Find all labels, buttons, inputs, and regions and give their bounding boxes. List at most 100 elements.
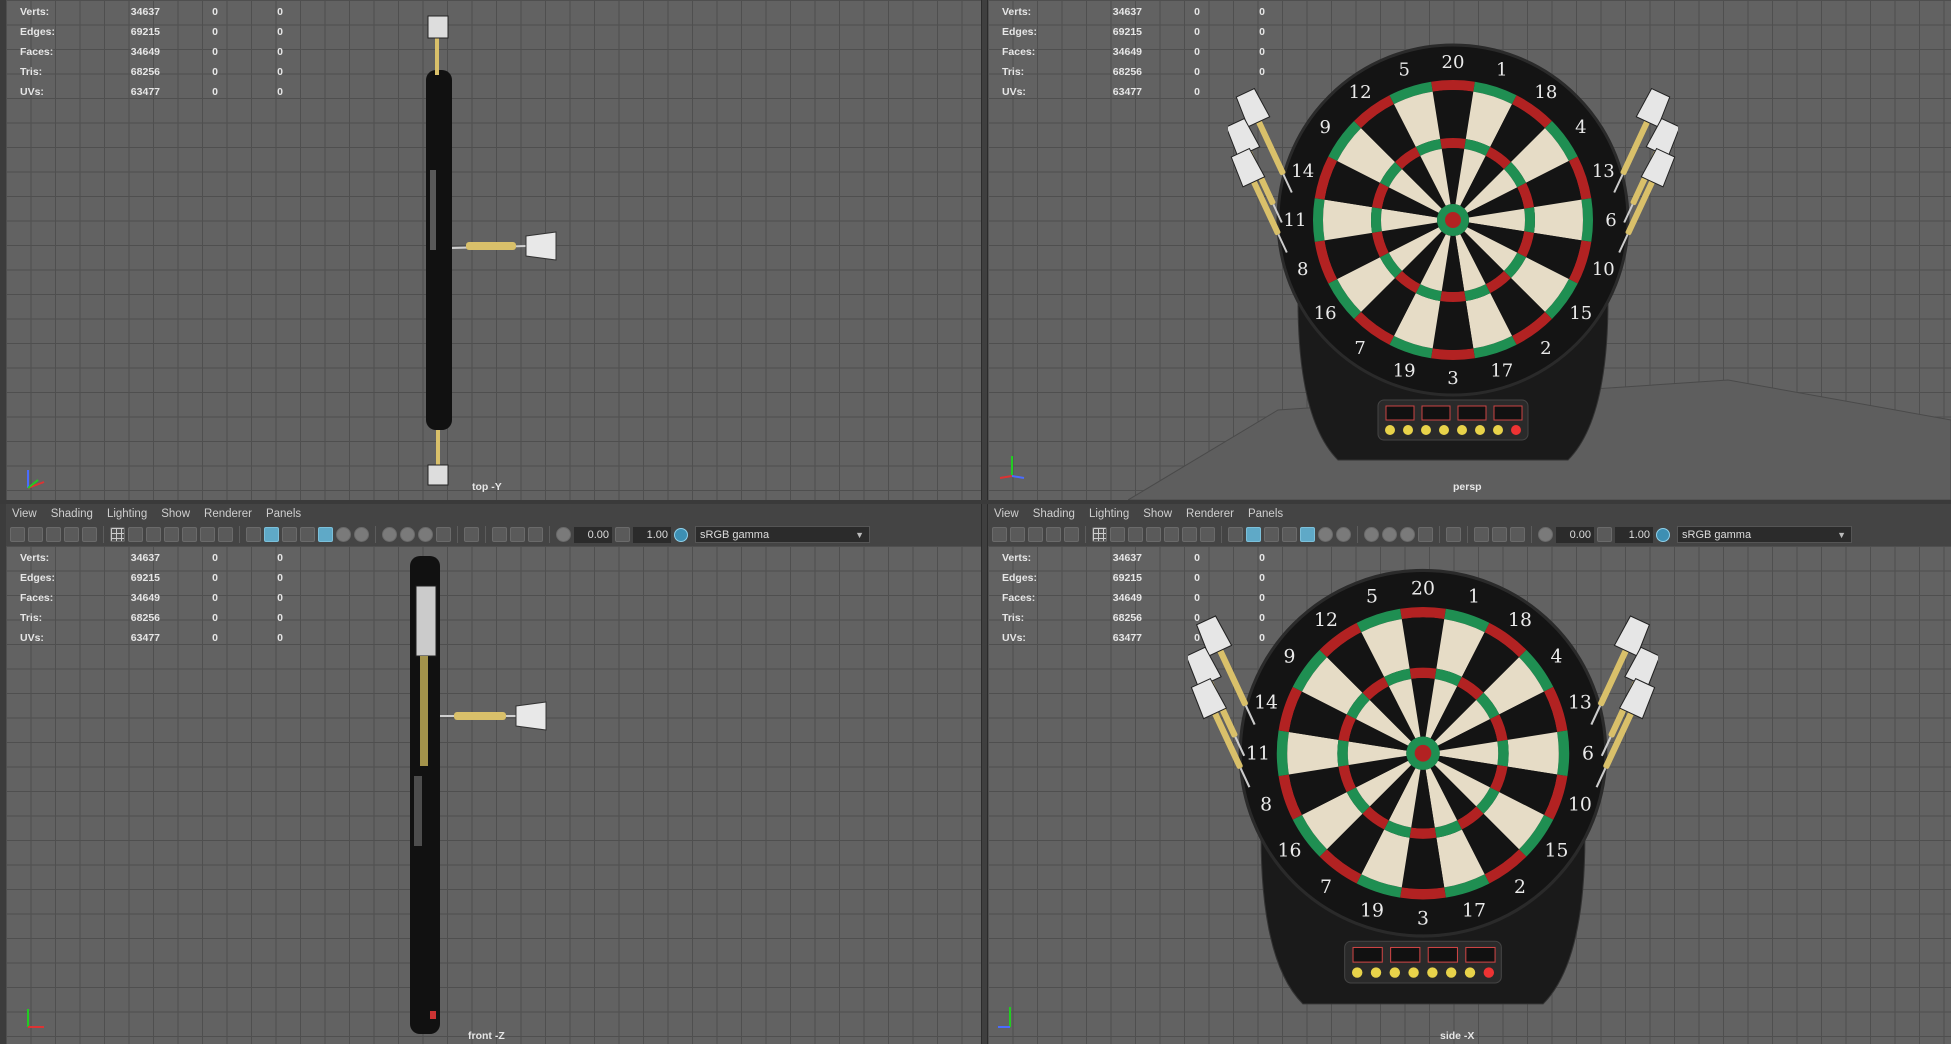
gamma-icon[interactable] bbox=[1597, 527, 1612, 542]
panel-menu: View Shading Lighting Show Renderer Pane… bbox=[6, 504, 981, 523]
exposure-icon[interactable] bbox=[556, 527, 571, 542]
dartboard-side[interactable]: 20 1 18 4 13 6 10 15 2 17 3 19 7 16 8 11 14 9 12 5 bbox=[1188, 550, 1658, 1040]
gamma-field[interactable] bbox=[1615, 526, 1653, 543]
anti-aliasing-icon[interactable] bbox=[1400, 527, 1415, 542]
backface-icon[interactable] bbox=[1510, 527, 1525, 542]
viewport-top[interactable]: Verts: 34637 0 0 Edges: 69215 0 0 Faces: 34649 0… bbox=[6, 0, 981, 500]
pencil-icon[interactable] bbox=[82, 527, 97, 542]
menu-renderer[interactable]: Renderer bbox=[204, 508, 252, 520]
gamma-field[interactable] bbox=[633, 526, 671, 543]
menu-lighting[interactable]: Lighting bbox=[1089, 508, 1129, 520]
depth-of-field-icon[interactable] bbox=[1418, 527, 1433, 542]
camera-icon[interactable] bbox=[992, 527, 1007, 542]
safe-action-icon[interactable] bbox=[200, 527, 215, 542]
motion-blur-icon[interactable] bbox=[400, 527, 415, 542]
shadows-icon[interactable] bbox=[1336, 527, 1351, 542]
camera-attributes-icon[interactable] bbox=[28, 527, 43, 542]
pane-divider-vertical[interactable] bbox=[981, 0, 988, 1044]
image-plane-icon[interactable] bbox=[1046, 527, 1061, 542]
shadows-icon[interactable] bbox=[354, 527, 369, 542]
xray-joints-icon[interactable] bbox=[510, 527, 525, 542]
wireframe-on-shaded-icon[interactable] bbox=[318, 527, 333, 542]
smooth-shade-icon[interactable] bbox=[1246, 527, 1261, 542]
ambient-occlusion-icon[interactable] bbox=[1364, 527, 1379, 542]
default-material-icon[interactable] bbox=[1264, 527, 1279, 542]
bookmark-icon[interactable] bbox=[1028, 527, 1043, 542]
camera-label: top -Y bbox=[472, 481, 502, 493]
dartboard-persp[interactable]: 20 1 18 4 13 6 10 15 2 17 3 19 7 16 8 11 14 9 12 5 bbox=[1228, 40, 1678, 480]
resolution-gate-icon[interactable] bbox=[146, 527, 161, 542]
dartboard-front-view[interactable] bbox=[396, 556, 596, 1036]
safe-title-icon[interactable] bbox=[1200, 527, 1215, 542]
menu-renderer[interactable]: Renderer bbox=[1186, 508, 1234, 520]
hud-row-tris: Tris: 68256 0 0 bbox=[1002, 66, 1265, 78]
safe-title-icon[interactable] bbox=[218, 527, 233, 542]
menu-shading[interactable]: Shading bbox=[1033, 508, 1075, 520]
menu-panels[interactable]: Panels bbox=[1248, 508, 1283, 520]
wireframe-on-shaded-icon[interactable] bbox=[1300, 527, 1315, 542]
menu-show[interactable]: Show bbox=[1143, 508, 1172, 520]
textured-icon[interactable] bbox=[1282, 527, 1297, 542]
viewport-side[interactable]: Verts: 34637 0 0 Edges: 69215 0 0 Faces: 34649 0… bbox=[988, 546, 1951, 1044]
film-gate-icon[interactable] bbox=[1110, 527, 1125, 542]
xray-icon[interactable] bbox=[492, 527, 507, 542]
menu-shading[interactable]: Shading bbox=[51, 508, 93, 520]
field-chart-icon[interactable] bbox=[1164, 527, 1179, 542]
dartboard-number: 1 bbox=[1496, 60, 1507, 81]
menu-show[interactable]: Show bbox=[161, 508, 190, 520]
exposure-field[interactable] bbox=[574, 526, 612, 543]
hud-row-faces: Faces: 34649 0 0 bbox=[1002, 46, 1265, 58]
hud-row-edges: Edges: 69215 0 0 bbox=[20, 572, 283, 584]
exposure-field[interactable] bbox=[1556, 526, 1594, 543]
lights-icon[interactable] bbox=[1318, 527, 1333, 542]
xray-icon[interactable] bbox=[1474, 527, 1489, 542]
depth-of-field-icon[interactable] bbox=[436, 527, 451, 542]
viewport-front[interactable]: Verts: 34637 0 0 Edges: 69215 0 0 Faces: 34649 0… bbox=[6, 546, 981, 1044]
default-material-icon[interactable] bbox=[282, 527, 297, 542]
color-management-icon[interactable] bbox=[1656, 527, 1670, 542]
smooth-shade-icon[interactable] bbox=[264, 527, 279, 542]
color-space-dropdown[interactable]: sRGB gamma ▼ bbox=[695, 526, 870, 543]
gate-mask-icon[interactable] bbox=[1146, 527, 1161, 542]
menu-lighting[interactable]: Lighting bbox=[107, 508, 147, 520]
panel-toolbar-left: View Shading Lighting Show Renderer Pane… bbox=[6, 504, 981, 546]
pencil-icon[interactable] bbox=[1064, 527, 1079, 542]
resolution-gate-icon[interactable] bbox=[1128, 527, 1143, 542]
motion-blur-icon[interactable] bbox=[1382, 527, 1397, 542]
film-gate-icon[interactable] bbox=[128, 527, 143, 542]
xray-joints-icon[interactable] bbox=[1492, 527, 1507, 542]
textured-icon[interactable] bbox=[300, 527, 315, 542]
wireframe-icon[interactable] bbox=[246, 527, 261, 542]
safe-action-icon[interactable] bbox=[1182, 527, 1197, 542]
lights-icon[interactable] bbox=[336, 527, 351, 542]
menu-view[interactable]: View bbox=[994, 508, 1019, 520]
panel-toolbar-right: View Shading Lighting Show Renderer Pane… bbox=[988, 504, 1951, 546]
backface-icon[interactable] bbox=[528, 527, 543, 542]
dartboard-top-view[interactable] bbox=[406, 10, 596, 490]
wireframe-icon[interactable] bbox=[1228, 527, 1243, 542]
gamma-icon[interactable] bbox=[615, 527, 630, 542]
gate-mask-icon[interactable] bbox=[164, 527, 179, 542]
ambient-occlusion-icon[interactable] bbox=[382, 527, 397, 542]
exposure-icon[interactable] bbox=[1538, 527, 1553, 542]
camera-icon[interactable] bbox=[10, 527, 25, 542]
anti-aliasing-icon[interactable] bbox=[418, 527, 433, 542]
color-management-icon[interactable] bbox=[674, 527, 688, 542]
dartboard-number: 15 bbox=[1545, 840, 1569, 861]
menu-view[interactable]: View bbox=[12, 508, 37, 520]
dartboard-number: 12 bbox=[1349, 82, 1372, 103]
hud-row-uvs: UVs: 63477 0 bbox=[1002, 86, 1200, 98]
viewport-persp[interactable]: Verts: 34637 0 0 Edges: 69215 0 0 Faces: 34649 0… bbox=[988, 0, 1951, 500]
menu-panels[interactable]: Panels bbox=[266, 508, 301, 520]
grid-icon[interactable] bbox=[110, 527, 125, 542]
camera-attributes-icon[interactable] bbox=[1010, 527, 1025, 542]
bookmark-icon[interactable] bbox=[46, 527, 61, 542]
isolate-select-icon[interactable] bbox=[1446, 527, 1461, 542]
dartboard-number: 20 bbox=[1411, 578, 1435, 599]
field-chart-icon[interactable] bbox=[182, 527, 197, 542]
grid-icon[interactable] bbox=[1092, 527, 1107, 542]
isolate-select-icon[interactable] bbox=[464, 527, 479, 542]
image-plane-icon[interactable] bbox=[64, 527, 79, 542]
dartboard-number: 5 bbox=[1398, 60, 1409, 81]
color-space-dropdown[interactable]: sRGB gamma ▼ bbox=[1677, 526, 1852, 543]
